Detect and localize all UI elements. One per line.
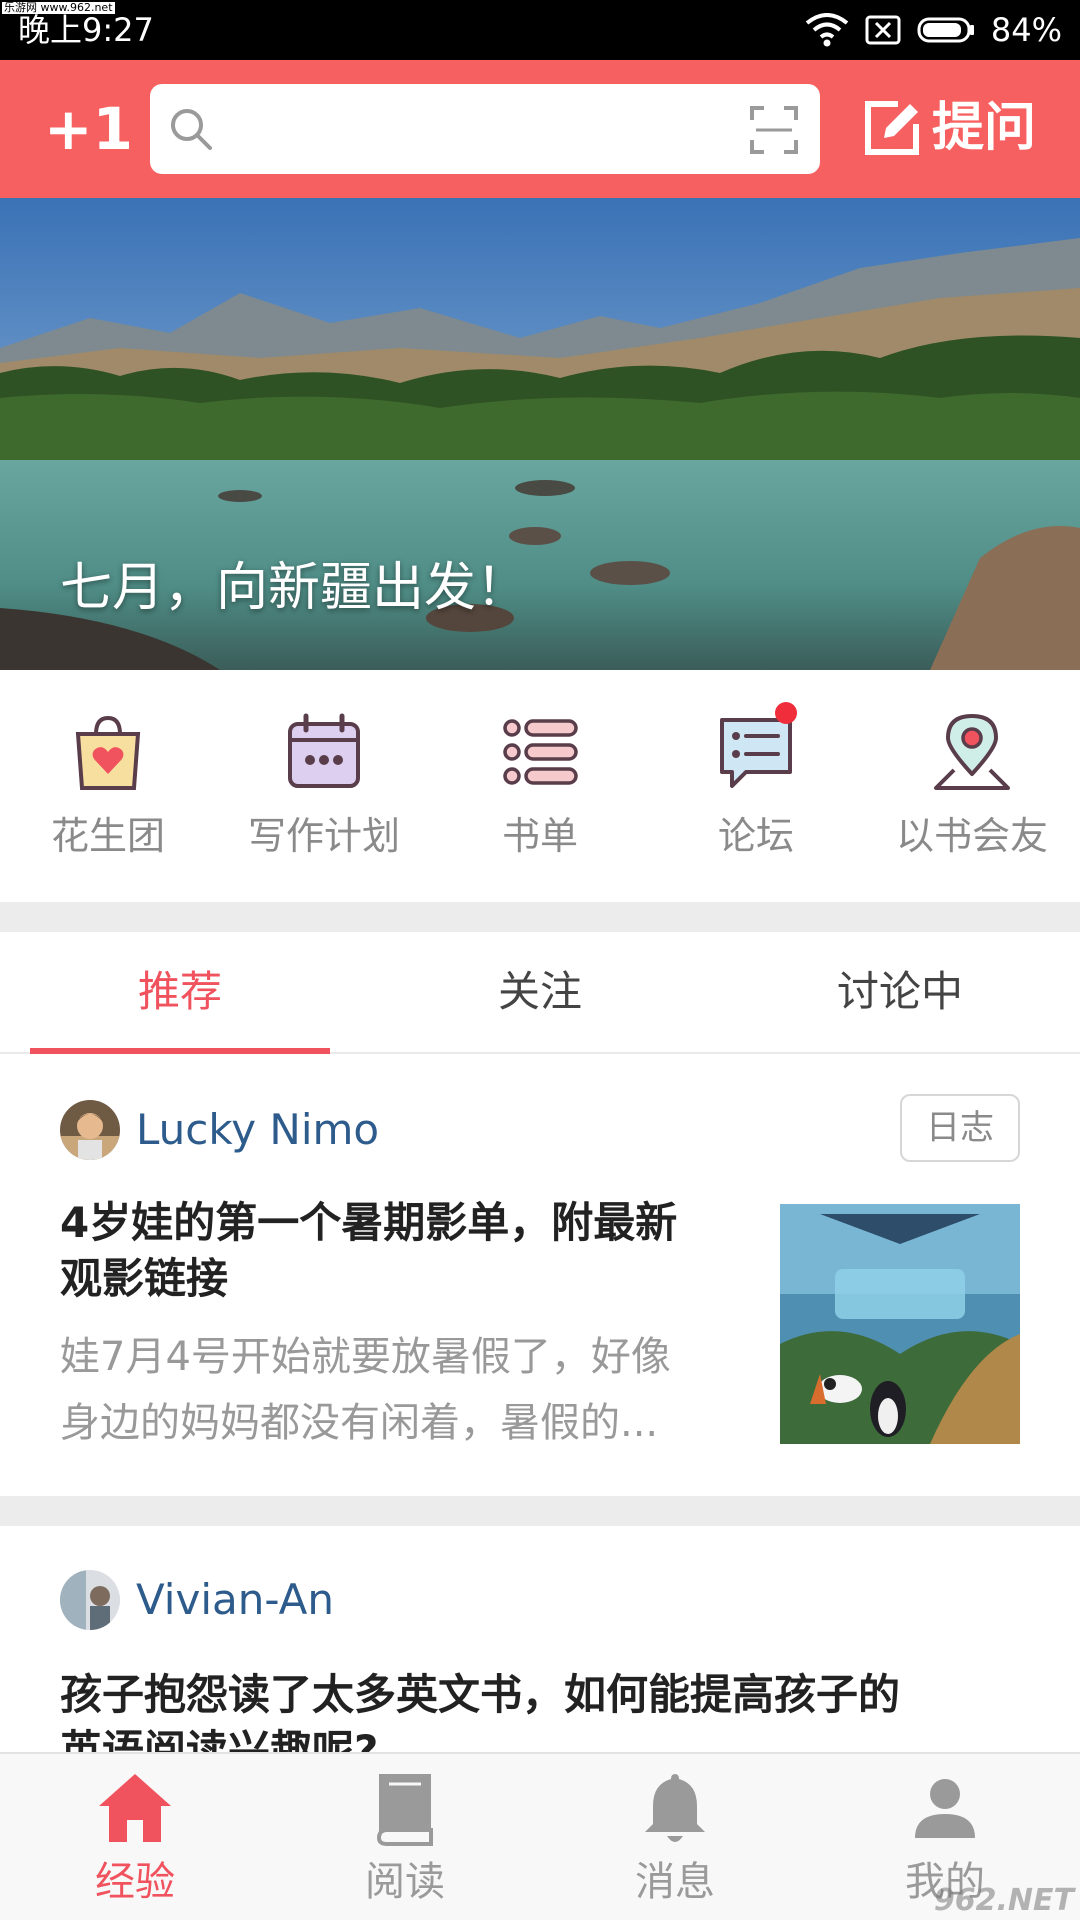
scan-icon[interactable] [750,106,798,154]
home-icon [99,1774,171,1842]
banner-carousel[interactable]: 七月，向新疆出发！ [0,198,1080,670]
nav-reading[interactable]: 阅读 [270,1754,540,1920]
banner-caption: 七月，向新疆出发！ [60,558,529,618]
feed-card[interactable]: Vivian-An 孩子抱怨读了太多英文书，如何能提高孩子的 英语阅读兴趣呢? [0,1526,1080,1752]
location-pin-icon [934,714,1010,790]
tab-following[interactable]: 关注 [360,932,720,1052]
wifi-icon [805,13,849,47]
battery-icon [917,17,974,43]
section-divider [0,1496,1080,1526]
shortcut-label: 花生团 [50,814,165,858]
forum-notification-dot [775,702,797,724]
chat-icon [720,718,792,788]
author-name[interactable]: Vivian-An [136,1570,334,1630]
shortcut-label: 书单 [501,814,578,858]
post-title-line[interactable]: 孩子抱怨读了太多英文书，如何能提高孩子的 [60,1666,900,1724]
list-icon [503,719,578,785]
post-title-line[interactable]: 英语阅读兴趣呢? [60,1722,378,1752]
shortcut-book-friends[interactable]: 以书会友 [864,670,1080,902]
shortcut-label: 论坛 [717,814,794,858]
avatar [60,1570,120,1630]
post-excerpt-line: 身边的妈妈都没有闲着，暑假的... [60,1400,659,1446]
feed-tabs: 推荐 关注 讨论中 [0,932,1080,1054]
post-thumbnail[interactable] [780,1204,1020,1444]
tab-recommended[interactable]: 推荐 [0,932,360,1054]
bell-icon [645,1774,705,1842]
status-bar: 乐游网 www.962.net 晚上9:27 84% [0,0,1080,60]
status-time: 晚上9:27 [18,11,154,49]
top-header: +1 提问 [0,60,1080,198]
ask-question-button[interactable]: 提问 [862,88,1036,168]
shortcut-label: 写作计划 [247,814,400,858]
author-row[interactable]: Vivian-An [60,1570,334,1630]
author-name[interactable]: Lucky Nimo [136,1100,379,1160]
tab-label: 推荐 [137,967,222,1016]
bottom-navigation: 经验 阅读 消息 我的 962.NET [0,1752,1080,1920]
no-sim-icon [865,15,901,45]
status-icons: 84% [805,10,1062,50]
gift-bag-icon [75,715,141,790]
plus-one-button[interactable]: +1 [44,96,133,162]
shortcut-label: 以书会友 [895,814,1048,858]
nav-messages[interactable]: 消息 [540,1754,810,1920]
tab-label: 关注 [497,967,582,1016]
edit-icon [864,101,919,155]
feed-card[interactable]: Lucky Nimo 日志 4岁娃的第一个暑期影单，附最新 观影链接 娃7月4号… [0,1054,1080,1496]
battery-percent: 84% [990,11,1062,49]
nav-experience[interactable]: 经验 [0,1754,270,1920]
nav-label: 阅读 [365,1859,445,1905]
shortcut-peanut-group[interactable]: 花生团 [0,670,216,902]
book-icon [376,1774,433,1846]
search-bar[interactable] [150,84,820,174]
tab-discussing[interactable]: 讨论中 [720,932,1080,1052]
tab-label: 讨论中 [836,967,963,1016]
post-type-badge: 日志 [900,1094,1020,1162]
corner-watermark: 962.NET [933,1883,1074,1918]
post-title-line[interactable]: 观影链接 [60,1250,228,1308]
calendar-icon [288,713,360,788]
user-icon [915,1779,975,1838]
section-divider [0,902,1080,932]
nav-label: 经验 [95,1859,175,1905]
avatar [60,1100,120,1160]
ask-label: 提问 [931,98,1036,158]
shortcut-forum[interactable]: 论坛 [648,670,864,902]
shortcut-writing-plan[interactable]: 写作计划 [216,670,432,902]
shortcut-grid: 花生团 写作计划 书单 论坛 以书会友 [0,670,1080,902]
nav-label: 消息 [635,1859,715,1905]
search-icon [171,109,212,150]
post-title-line[interactable]: 4岁娃的第一个暑期影单，附最新 [60,1194,677,1252]
author-row[interactable]: Lucky Nimo [60,1100,379,1160]
search-input[interactable] [230,102,710,156]
shortcut-book-list[interactable]: 书单 [432,670,648,902]
post-excerpt-line: 娃7月4号开始就要放暑假了，好像 [60,1334,671,1380]
